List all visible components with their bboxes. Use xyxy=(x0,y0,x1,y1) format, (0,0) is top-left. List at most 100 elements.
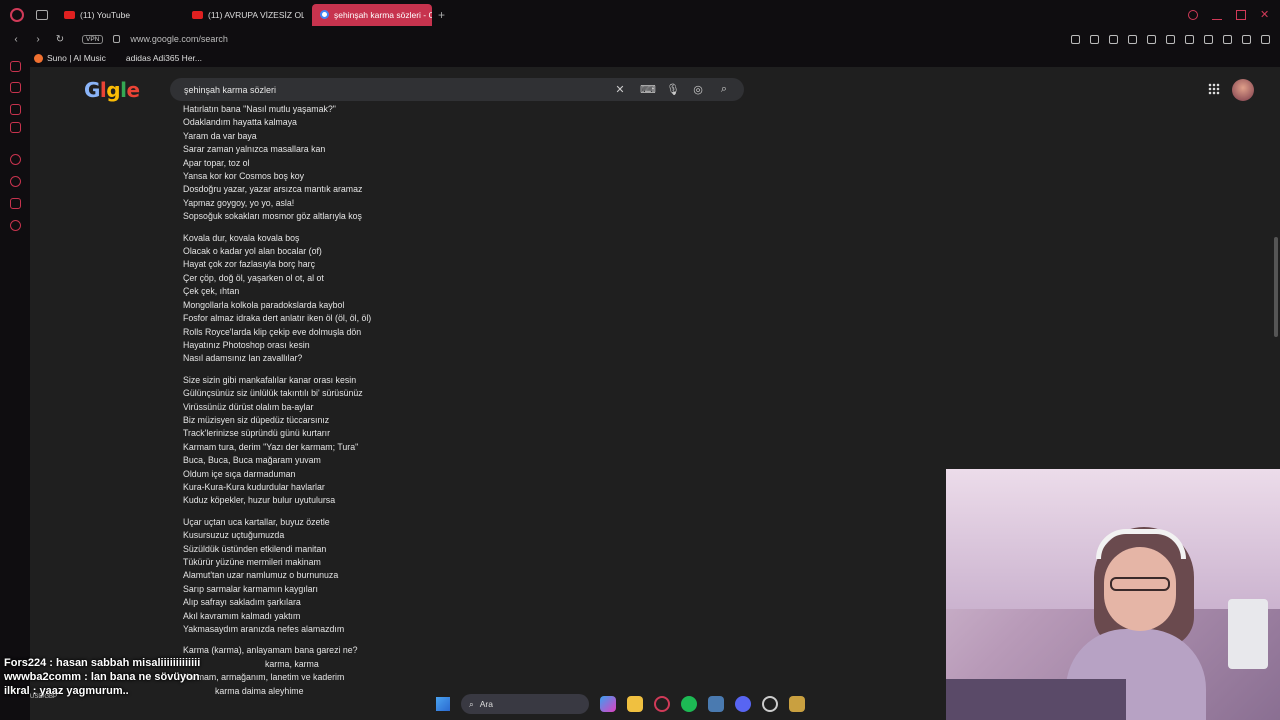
lyric-line: Yapmaz goygoy, yo yo, asla! xyxy=(183,197,295,208)
tab-youtube[interactable]: (11) YouTube xyxy=(56,4,176,26)
lyric-line: Hatırlatın bana "Nasıl mutlu yaşamak?" xyxy=(183,104,336,114)
lyric-line: Sarıp sarmalar karmamın kaygıları xyxy=(183,583,318,594)
lyric-line: Karmam tura, derim "Yazı der karmam; Tur… xyxy=(183,441,359,452)
share-icon[interactable] xyxy=(1204,34,1213,44)
opera-gx-logo-icon[interactable] xyxy=(10,7,24,22)
tab-island-icon[interactable] xyxy=(36,9,48,20)
address-bar: ‹ › ↻ VPN www.google.com/search xyxy=(0,29,1280,49)
lyric-line: Çer çöp, doğ öl, yaşarken ol ot, al ot xyxy=(183,272,324,283)
lyrics-stanza: Karma (karma), anlayamam bana garezi ne?… xyxy=(183,644,583,698)
scrollbar[interactable] xyxy=(1274,237,1278,337)
play-icon[interactable] xyxy=(1109,34,1118,44)
taskbar-search[interactable]: ⌕ Ara xyxy=(461,694,589,714)
lyric-line: Sarar zaman yalnızca masallara kan xyxy=(183,144,326,155)
chat-user: Fors224 xyxy=(4,657,47,669)
maximize-icon[interactable] xyxy=(1236,9,1246,20)
screen: (11) YouTube (11) AVRUPA VİZESİZ OLA şeh… xyxy=(0,0,1280,720)
file-explorer-icon[interactable] xyxy=(627,696,643,712)
minimize-icon[interactable] xyxy=(1212,10,1222,20)
reload-icon[interactable]: ↻ xyxy=(54,34,66,45)
google-icon xyxy=(320,10,329,19)
suno-icon xyxy=(34,53,43,63)
vpn-badge[interactable]: VPN xyxy=(82,34,104,44)
keyboard-icon[interactable]: ⌨ xyxy=(640,83,656,96)
sidebar xyxy=(0,61,30,720)
settings-gear-icon[interactable] xyxy=(10,220,21,231)
search-input[interactable]: şehinşah karma sözleri xyxy=(184,85,276,95)
lyric-line: Virüssünüz dürüst olalım ba-aylar xyxy=(183,401,314,412)
close-icon[interactable]: ✕ xyxy=(1260,9,1270,20)
copilot-icon[interactable] xyxy=(600,696,616,712)
windows-start-icon[interactable] xyxy=(436,697,450,711)
google-apps-icon[interactable] xyxy=(1208,83,1220,95)
lyric-line: Gülünçsünüz siz ünlülük takıntılı bi' sü… xyxy=(183,388,363,399)
lyric-line: Yansa kor kor Cosmos boş koy xyxy=(183,171,305,182)
forward-arrow-icon[interactable]: › xyxy=(32,34,44,45)
bookmark-suno[interactable]: Suno | AI Music xyxy=(34,53,106,63)
tab-search-icon[interactable] xyxy=(1188,9,1198,20)
lyric-line: Rolls Royce'larda klip çekip eve dolmuşl… xyxy=(183,326,362,337)
youtube-icon xyxy=(192,10,203,19)
currency-ticker: USD/GBP xyxy=(30,694,58,700)
gx-control-icon[interactable] xyxy=(10,61,21,72)
extensions-icon[interactable] xyxy=(10,198,21,209)
search-icon: ⌕ xyxy=(469,698,474,709)
search-box[interactable]: şehinşah karma sözleri ✕ ⌨ 🎙 ◎ ⌕ xyxy=(170,78,744,101)
avatar[interactable] xyxy=(1232,79,1254,101)
streamlabs-icon[interactable] xyxy=(708,696,724,712)
opera-gx-icon[interactable] xyxy=(654,696,670,712)
music-player-icon[interactable] xyxy=(10,154,21,165)
back-arrow-icon[interactable]: ‹ xyxy=(10,34,22,45)
tab-label: (11) AVRUPA VİZESİZ OLA xyxy=(208,9,304,20)
translate-icon[interactable] xyxy=(1166,34,1175,44)
lyric-line: Yaram da var baya xyxy=(183,130,257,141)
spotify-icon[interactable] xyxy=(681,696,697,712)
lyric-line: Apar topar, toz ol xyxy=(183,157,250,168)
download-icon[interactable] xyxy=(1223,34,1232,44)
screenshot-icon[interactable] xyxy=(1090,34,1099,44)
tab-avrupa-vizesiz[interactable]: (11) AVRUPA VİZESİZ OLA xyxy=(184,4,304,26)
url-field[interactable]: www.google.com/search xyxy=(130,34,228,44)
ai-icon[interactable] xyxy=(1242,34,1251,44)
lyric-line: Track'lerinizse süpründü günü kurtarır xyxy=(183,428,331,439)
chat-message: Fors224 : hasan sabbah misaliiiiiiiiiiii… xyxy=(4,657,201,669)
chat-overlay: Fors224 : hasan sabbah misaliiiiiiiiiiii… xyxy=(4,656,200,698)
lyrics-stanza: Hatırlatın bana "Nasıl mutlu yaşamak?" O… xyxy=(183,103,583,224)
tab-label: (11) YouTube xyxy=(80,9,131,20)
lyric-line: Hayat çok zor fazlasıyla borç harç xyxy=(183,259,316,270)
obs-icon[interactable] xyxy=(762,696,778,712)
tab-google-search[interactable]: şehinşah karma sözleri - G xyxy=(312,3,432,26)
bookmark-label: Suno | AI Music xyxy=(47,53,106,63)
lock-icon[interactable] xyxy=(113,35,121,43)
player-icon[interactable] xyxy=(10,104,21,115)
clear-icon[interactable]: ✕ xyxy=(614,83,626,96)
league-icon[interactable] xyxy=(789,696,805,712)
lyrics-block: Hatırlatın bana "Nasıl mutlu yaşamak?" O… xyxy=(183,103,583,706)
lyric-line: Dosdoğru yazar, yazar arsızca mantık ara… xyxy=(183,184,363,195)
chat-message: wwwba2comm : lan bana ne sövüyon xyxy=(4,671,200,683)
lens-icon[interactable]: ◎ xyxy=(692,83,704,96)
snapshot-icon[interactable] xyxy=(1071,34,1080,44)
taskbar: ⌕ Ara xyxy=(436,692,856,716)
puzzle-icon[interactable] xyxy=(1185,34,1194,44)
lyric-line: Oldum içe sıça darmaduman xyxy=(183,468,296,479)
webcam-overlay xyxy=(946,469,1280,720)
lyric-line: Süzüldük üstünden etkilendi manitan xyxy=(183,543,327,554)
discord-icon[interactable] xyxy=(735,696,751,712)
lyric-line: Karmam, armağanım, lanetim ve kaderim xyxy=(183,672,345,683)
extension-icon[interactable] xyxy=(1147,34,1156,44)
new-tab-plus-icon[interactable]: + xyxy=(438,8,445,22)
history-icon[interactable] xyxy=(10,176,21,187)
lyric-line: Size sizin gibi mankafalılar kanar orası… xyxy=(183,374,357,385)
twitch-icon[interactable] xyxy=(10,82,21,93)
microphone-icon[interactable]: 🎙 xyxy=(666,83,680,96)
messenger-icon[interactable] xyxy=(10,122,21,133)
search-icon[interactable]: ⌕ xyxy=(718,83,730,96)
window-controls: ✕ xyxy=(1188,9,1270,20)
lyric-line: Alamut'tan uzar namlumuz o burnunuza xyxy=(183,570,339,581)
bookmark-adidas[interactable]: adidas Adi365 Her... xyxy=(126,53,202,63)
glasses-icon xyxy=(1110,577,1170,591)
google-logo[interactable]: Glgle xyxy=(84,78,140,102)
menu-icon[interactable] xyxy=(1261,34,1270,44)
heart-icon[interactable] xyxy=(1128,34,1137,44)
